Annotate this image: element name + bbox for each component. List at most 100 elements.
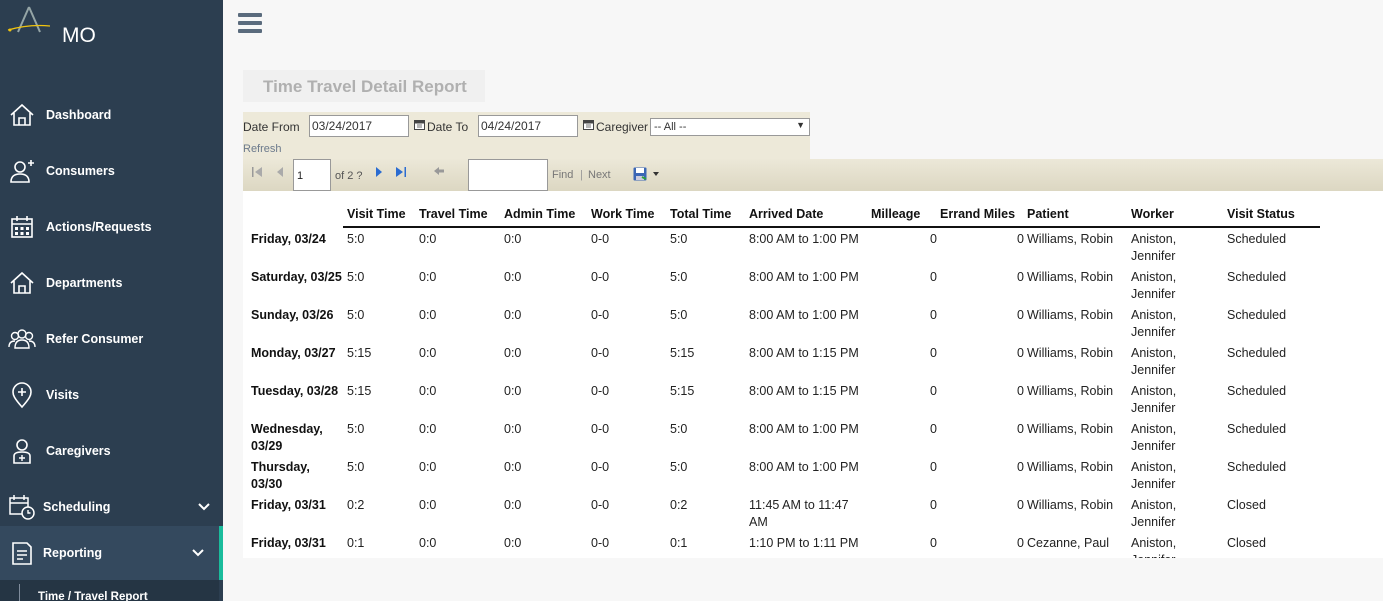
sidebar-subitem-time-travel-report[interactable]: Time / Travel Report [0,580,219,601]
table-cell-travel: 0:0 [419,384,437,398]
table-cell-travel: 0:0 [419,536,437,550]
table-cell-patient: Williams, Robin [1027,308,1114,322]
table-cell-visit: 5:0 [347,308,365,322]
table-cell-milleage: 0 [930,308,937,322]
table-cell-status: Scheduled [1227,422,1287,436]
table-cell-errand: 0 [1017,536,1024,550]
caregiver-select[interactable]: -- All -- ▼ [650,118,810,136]
sidebar-item-label: Actions/Requests [46,220,152,234]
table-cell-errand: 0 [1017,232,1024,246]
chevron-down-icon[interactable] [197,500,211,514]
first-page-icon[interactable] [251,166,264,178]
date-to-input[interactable] [478,115,578,137]
sidebar-item-caregivers[interactable]: Caregivers [0,423,223,479]
table-cell-arrived: 8:00 AM to 1:00 PM [749,422,859,436]
table-cell-status: Closed [1227,498,1266,512]
sidebar-item-visits[interactable]: Visits [0,367,223,423]
find-next-link[interactable]: Next [588,169,611,181]
sidebar-item-departments[interactable]: Departments [0,255,223,311]
export-dropdown-arrow-icon[interactable] [653,172,659,176]
row-day-label: Friday, 03/24 [251,232,326,246]
sidebar-item-dashboard[interactable]: Dashboard [0,87,223,143]
row-day-label: Friday, 03/31 [251,498,326,512]
map-pin-icon [12,382,32,409]
table-cell-patient: Williams, Robin [1027,270,1114,284]
chevron-down-icon[interactable] [191,546,205,560]
column-header: Travel Time [419,207,488,221]
find-text-input[interactable] [468,159,548,191]
previous-page-icon[interactable] [275,166,285,178]
table-cell-work: 0-0 [591,498,610,512]
table-cell-work: 0-0 [591,384,610,398]
calendar-clock-icon [9,495,35,520]
submenu-indicator [19,584,20,601]
table-cell-admin: 0:0 [504,422,522,436]
table-cell-milleage: 0 [930,232,937,246]
table-cell-arrived: 8:00 AM to 1:00 PM [749,460,859,474]
sidebar-item-consumers[interactable]: Consumers [0,143,223,199]
page-number-input[interactable]: 1 [293,159,331,191]
table-cell-errand: 0 [1017,460,1024,474]
table-cell-travel: 0:0 [419,422,437,436]
home-icon [10,103,34,126]
table-cell-worker: Aniston, Jennifer [1131,384,1177,415]
table-cell-work: 0-0 [591,422,610,436]
column-header: Arrived Date [749,207,824,221]
report-title: Time Travel Detail Report [243,70,485,102]
table-cell-status: Scheduled [1227,308,1287,322]
column-header: Visit Time [347,207,406,221]
sidebar-item-label: Dashboard [46,108,112,122]
row-day-label: Thursday, 03/30 [251,460,310,491]
table-cell-admin: 0:0 [504,270,522,284]
find-link[interactable]: Find [552,169,573,181]
row-day-label: Tuesday, 03/28 [251,384,339,398]
last-page-icon[interactable] [394,166,407,178]
table-cell-total: 5:15 [670,384,695,398]
sidebar-item-refer-consumer[interactable]: Refer Consumer [0,311,223,367]
brand-name: MO [62,24,96,47]
table-cell-errand: 0 [1017,308,1024,322]
table-cell-work: 0-0 [591,270,610,284]
calendar-icon[interactable] [583,119,594,130]
table-cell-total: 0:1 [670,536,688,550]
caregiver-label: Caregiver [596,120,649,134]
caregiver-selected-value: -- All -- [654,121,687,133]
column-header: Errand Miles [940,207,1016,221]
table-cell-errand: 0 [1017,498,1024,512]
row-day-label: Saturday, 03/25 [251,270,342,284]
sidebar-item-label: Consumers [46,164,115,178]
report-table: Visit Time Travel Time Admin Time Work T… [243,191,1383,558]
sidebar-item-label: Reporting [43,546,103,560]
table-cell-worker: Aniston, Jennifer [1131,498,1177,529]
column-header: Milleage [871,207,921,221]
date-from-input[interactable] [309,115,409,137]
row-day-label: Friday, 03/31 [251,536,326,550]
calendar-grid-icon [11,216,33,238]
table-cell-arrived: 8:00 AM to 1:00 PM [749,308,859,322]
table-cell-travel: 0:0 [419,270,437,284]
export-save-icon[interactable] [633,167,647,181]
table-cell-work: 0-0 [591,460,610,474]
refresh-link[interactable]: Refresh [243,143,282,155]
sidebar: MO Dashboard Consumers Actions/Requests … [0,0,223,601]
table-cell-milleage: 0 [930,346,937,360]
table-cell-visit: 0:1 [347,536,365,550]
sidebar-item-reporting[interactable]: Reporting [0,526,223,580]
table-cell-arrived: 8:00 AM to 1:00 PM [749,232,859,246]
sidebar-item-label: Caregivers [46,444,111,458]
table-cell-admin: 0:0 [504,498,522,512]
row-day-label: Monday, 03/27 [251,346,336,360]
next-page-icon[interactable] [374,166,384,178]
sidebar-item-actions-requests[interactable]: Actions/Requests [0,199,223,255]
hamburger-menu-icon[interactable] [238,13,262,33]
date-from-label: Date From [243,120,300,134]
table-cell-admin: 0:0 [504,308,522,322]
table-cell-patient: Williams, Robin [1027,498,1114,512]
table-cell-patient: Williams, Robin [1027,232,1114,246]
table-cell-patient: Williams, Robin [1027,346,1114,360]
table-cell-travel: 0:0 [419,460,437,474]
back-to-parent-icon[interactable] [433,166,445,176]
table-cell-worker: Aniston, Jennifer [1131,308,1177,339]
table-cell-worker: Aniston, Jennifer [1131,536,1177,558]
calendar-icon[interactable] [414,119,425,130]
